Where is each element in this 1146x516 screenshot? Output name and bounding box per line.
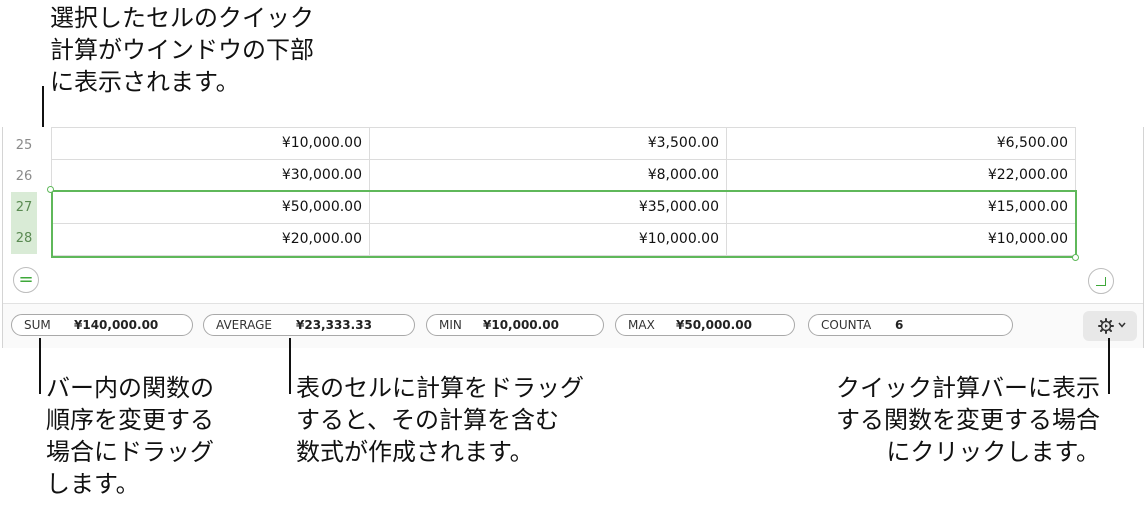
quick-calc-max[interactable]: MAX ¥50,000.00 [615,314,795,336]
row-headers: 25 26 27 28 [11,130,37,254]
quick-calc-value: 6 [895,318,904,332]
callout-change-functions: クイック計算バーに表示 する関数を変更する場合 にクリックします。 [836,374,1100,466]
quick-calc-function: MAX [628,318,655,332]
callout-leader-middle [289,338,291,394]
quick-calc-function: COUNTA [821,318,872,332]
quick-calc-value: ¥140,000.00 [74,318,159,332]
callout-drag-to-cell: 表のセルに計算をドラッグ すると、その計算を含む 数式が作成されます。 [296,374,584,466]
table-cell[interactable]: ¥6,500.00 [727,128,1076,159]
quick-calc-value: ¥10,000.00 [483,318,559,332]
table-row-selected: ¥20,000.00 ¥10,000.00 ¥10,000.00 [51,224,1076,256]
callout-drag-reorder: バー内の関数の 順序を変更する 場合にドラッグ します。 [46,374,214,498]
table-cell[interactable]: ¥8,000.00 [370,160,727,191]
selection-handle-bottom-right[interactable] [1072,254,1079,261]
quick-calc-value: ¥50,000.00 [676,318,752,332]
quick-calc-average[interactable]: AVERAGE ¥23,333.33 [203,314,415,336]
table-cell[interactable]: ¥30,000.00 [51,160,370,191]
gear-icon [1098,318,1114,334]
table-cell[interactable]: ¥35,000.00 [370,192,727,223]
quick-calc-function: SUM [24,318,51,332]
corner-resize-icon [1096,277,1106,286]
quick-calc-min[interactable]: MIN ¥10,000.00 [426,314,604,336]
table-row: ¥10,000.00 ¥3,500.00 ¥6,500.00 [51,128,1076,160]
table-cell[interactable]: ¥20,000.00 [51,224,370,255]
quick-calc-function: AVERAGE [216,318,272,332]
table-resize-button[interactable] [1088,268,1114,294]
table-row-selected: ¥50,000.00 ¥35,000.00 ¥15,000.00 [51,192,1076,224]
table-cell[interactable]: ¥10,000.00 [51,128,370,159]
chevron-down-icon [1118,322,1126,328]
table-cell[interactable]: ¥10,000.00 [727,224,1076,255]
quick-calc-function: MIN [439,318,462,332]
callout-quick-calc-location: 選択したセルのクイック 計算がウインドウの下部 に表示されます。 [50,4,314,96]
row-header-25[interactable]: 25 [11,130,37,161]
row-header-26[interactable]: 26 [11,161,37,192]
callout-leader-left [39,338,41,394]
quick-calc-value: ¥23,333.33 [296,318,372,332]
callout-leader-right [1108,338,1110,394]
table-cell[interactable]: ¥22,000.00 [727,160,1076,191]
selection-handle-top-left[interactable] [47,186,54,193]
row-header-28[interactable]: 28 [11,223,37,254]
quick-calc-counta[interactable]: COUNTA 6 [808,314,1013,336]
table-cell[interactable]: ¥50,000.00 [51,192,370,223]
table-row: ¥30,000.00 ¥8,000.00 ¥22,000.00 [51,160,1076,192]
table-cell[interactable]: ¥10,000.00 [370,224,727,255]
table-cell[interactable]: ¥15,000.00 [727,192,1076,223]
equals-icon: = [18,269,34,290]
table-cell[interactable]: ¥3,500.00 [370,128,727,159]
quick-calc-settings-button[interactable] [1083,311,1137,341]
spreadsheet-window: 25 26 27 28 ¥10,000.00 ¥3,500.00 ¥6,500.… [2,127,1144,348]
equals-button[interactable]: = [13,267,39,293]
table-grid: ¥10,000.00 ¥3,500.00 ¥6,500.00 ¥30,000.0… [51,127,1076,256]
quick-calculation-bar: SUM ¥140,000.00 AVERAGE ¥23,333.33 MIN ¥… [3,303,1143,348]
row-header-27[interactable]: 27 [11,192,37,223]
quick-calc-sum[interactable]: SUM ¥140,000.00 [11,314,193,336]
